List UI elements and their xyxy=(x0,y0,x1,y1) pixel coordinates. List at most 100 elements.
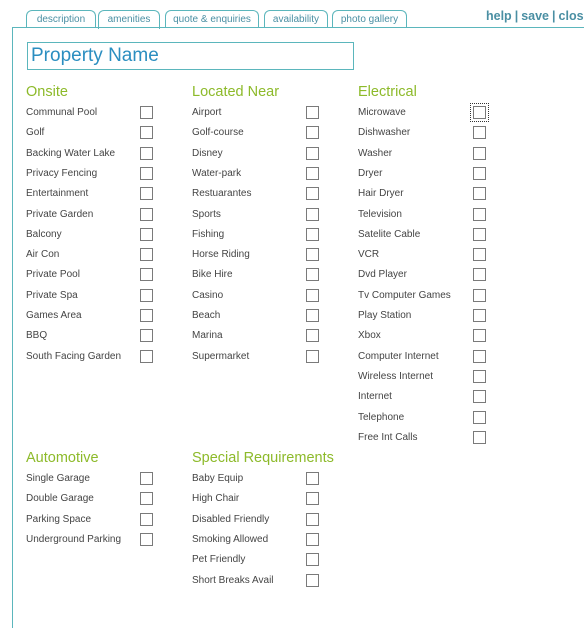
amenity-label: VCR xyxy=(358,249,380,261)
checkbox-restuarantes[interactable] xyxy=(306,187,319,201)
checkbox-baby-equip[interactable] xyxy=(306,472,319,485)
checkbox-satelite-cable[interactable] xyxy=(473,227,486,241)
amenity-label: Golf xyxy=(26,127,45,139)
amenity-label: Internet xyxy=(358,391,392,403)
amenity-label: Television xyxy=(358,208,402,220)
checkbox-free-int-calls[interactable] xyxy=(473,430,486,444)
tab-quote-enquiries[interactable]: quote & enquiries xyxy=(165,10,259,27)
located-near-heading: Located Near xyxy=(192,84,280,100)
checkbox-xbox[interactable] xyxy=(473,329,486,343)
checkbox-tv-computer-games[interactable] xyxy=(473,288,486,302)
checkbox-vcr[interactable] xyxy=(473,248,486,262)
amenity-label: Bike Hire xyxy=(192,269,233,281)
amenity-label: Water-park xyxy=(192,167,242,179)
checkbox-games-area[interactable] xyxy=(140,309,153,322)
property-name-field[interactable]: Property Name xyxy=(27,42,354,70)
amenity-label: Microwave xyxy=(358,107,406,118)
checkbox-privacy-fencing[interactable] xyxy=(140,166,153,180)
checkbox-bbq[interactable] xyxy=(140,329,153,343)
amenity-label: Satelite Cable xyxy=(358,228,421,240)
checkbox-casino[interactable] xyxy=(306,288,319,302)
tab-availability[interactable]: availability xyxy=(264,10,328,27)
checkbox-horse-riding[interactable] xyxy=(306,248,319,262)
tab-photo-gallery[interactable]: photo gallery xyxy=(332,10,407,27)
amenity-label: Free Int Calls xyxy=(358,431,418,443)
amenity-label: Xbox xyxy=(358,330,381,342)
amenity-label: Sports xyxy=(192,208,221,220)
amenity-label: Disabled Friendly xyxy=(192,513,270,525)
link-separator: | xyxy=(514,9,519,23)
checkbox-bike-hire[interactable] xyxy=(306,268,319,282)
amenity-label: Games Area xyxy=(26,310,82,321)
checkbox-golf-course[interactable] xyxy=(306,126,319,140)
checkbox-backing-water-lake[interactable] xyxy=(140,146,153,160)
checkbox-fishing[interactable] xyxy=(306,227,319,241)
checkbox-communal-pool[interactable] xyxy=(140,106,153,119)
checkbox-hair-dryer[interactable] xyxy=(473,187,486,201)
amenity-label: High Chair xyxy=(192,493,240,505)
checkbox-private-spa[interactable] xyxy=(140,288,153,302)
special-requirements-heading: Special Requirements xyxy=(192,450,334,466)
amenity-label: Double Garage xyxy=(26,493,94,505)
amenity-label: Smoking Allowed xyxy=(192,533,269,545)
help-link[interactable]: help xyxy=(486,9,512,23)
amenity-label: Dryer xyxy=(358,167,383,179)
amenity-label: Airport xyxy=(192,107,222,118)
checkbox-private-garden[interactable] xyxy=(140,207,153,221)
amenity-label: Tv Computer Games xyxy=(358,289,451,301)
amenity-label: Washer xyxy=(358,147,393,159)
amenity-label: Underground Parking xyxy=(26,533,122,545)
checkbox-marina[interactable] xyxy=(306,329,319,343)
checkbox-south-facing-garden[interactable] xyxy=(140,349,153,363)
checkbox-disney[interactable] xyxy=(306,146,319,160)
checkbox-computer-internet[interactable] xyxy=(473,349,486,363)
amenity-label: Private Garden xyxy=(26,208,94,220)
checkbox-washer[interactable] xyxy=(473,146,486,160)
checkbox-dryer[interactable] xyxy=(473,166,486,180)
amenity-label: Backing Water Lake xyxy=(26,147,116,159)
checkbox-double-garage[interactable] xyxy=(140,492,153,506)
checkbox-sports[interactable] xyxy=(306,207,319,221)
amenity-label: Play Station xyxy=(358,310,412,321)
amenity-label: Single Garage xyxy=(26,473,90,484)
checkbox-high-chair[interactable] xyxy=(306,492,319,506)
checkbox-play-station[interactable] xyxy=(473,309,486,322)
checkbox-golf[interactable] xyxy=(140,126,153,140)
save-link[interactable]: save xyxy=(521,9,549,23)
amenity-label: Wireless Internet xyxy=(358,370,434,382)
checkbox-water-park[interactable] xyxy=(306,166,319,180)
amenity-label: Dvd Player xyxy=(358,269,407,281)
checkbox-air-con[interactable] xyxy=(140,248,153,262)
amenity-label: Marina xyxy=(192,330,223,342)
checkbox-television[interactable] xyxy=(473,207,486,221)
checkbox-private-pool[interactable] xyxy=(140,268,153,282)
checkbox-underground-parking[interactable] xyxy=(140,532,153,546)
top-links: help|save|close xyxy=(486,9,584,23)
checkbox-smoking-allowed[interactable] xyxy=(306,532,319,546)
checkbox-entertainment[interactable] xyxy=(140,187,153,201)
checkbox-internet[interactable] xyxy=(473,390,486,404)
amenity-label: Golf-course xyxy=(192,127,244,139)
checkbox-supermarket[interactable] xyxy=(306,349,319,363)
tab-description[interactable]: description xyxy=(26,10,96,27)
amenity-label: Entertainment xyxy=(26,188,89,200)
automotive-heading: Automotive xyxy=(26,450,99,466)
amenity-label: Disney xyxy=(192,147,223,159)
amenity-label: Beach xyxy=(192,310,221,321)
checkbox-telephone[interactable] xyxy=(473,410,486,424)
checkbox-pet-friendly[interactable] xyxy=(306,553,319,567)
checkbox-disabled-friendly[interactable] xyxy=(306,512,319,526)
checkbox-single-garage[interactable] xyxy=(140,472,153,485)
checkbox-wireless-internet[interactable] xyxy=(473,369,486,383)
checkbox-parking-space[interactable] xyxy=(140,512,153,526)
checkbox-balcony[interactable] xyxy=(140,227,153,241)
amenity-label: Supermarket xyxy=(192,350,250,362)
close-link[interactable]: close xyxy=(559,9,584,23)
checkbox-dvd-player[interactable] xyxy=(473,268,486,282)
link-separator: | xyxy=(552,9,556,23)
onsite-heading: Onsite xyxy=(26,84,68,100)
checkbox-dishwasher[interactable] xyxy=(473,126,486,140)
checkbox-beach[interactable] xyxy=(306,309,319,322)
checkbox-microwave[interactable] xyxy=(470,103,489,122)
checkbox-airport[interactable] xyxy=(306,106,319,119)
